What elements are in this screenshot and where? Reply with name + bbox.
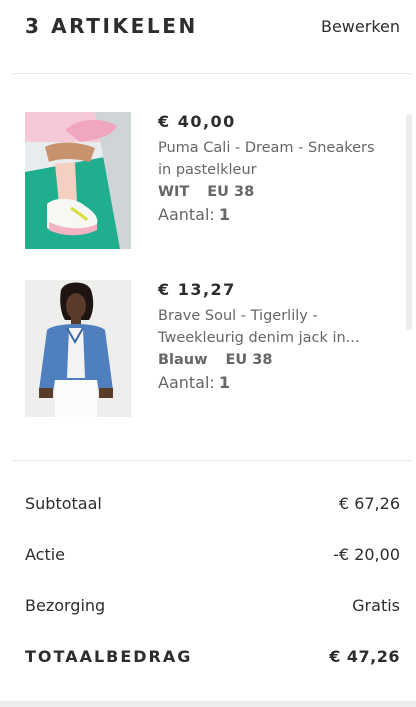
- item-info: € 40,00 Puma Cali - Dream - Sneakers in …: [158, 112, 388, 226]
- item-color: WIT: [158, 184, 190, 200]
- list-item[interactable]: € 40,00 Puma Cali - Dream - Sneakers in …: [25, 112, 395, 252]
- quantity-value: 1: [218, 373, 230, 392]
- items-list[interactable]: € 40,00 Puma Cali - Dream - Sneakers in …: [0, 74, 416, 460]
- item-variant: Blauw EU 38: [158, 349, 388, 371]
- discount-label: Actie: [25, 545, 66, 564]
- discount-value: -€ 20,00: [333, 545, 400, 564]
- item-quantity: Aantal: 1: [158, 372, 388, 394]
- total-label: TOTAALBEDRAG: [25, 647, 193, 666]
- bottom-divider: [0, 701, 416, 707]
- item-variant: WIT EU 38: [158, 181, 388, 203]
- quantity-label: Aantal:: [158, 205, 215, 224]
- subtotal-row: Subtotaal € 67,26: [25, 480, 400, 531]
- list-item[interactable]: € 13,27 Brave Soul - Tigerlily - Tweekle…: [25, 280, 395, 420]
- item-info: € 13,27 Brave Soul - Tigerlily - Tweekle…: [158, 280, 388, 394]
- item-name[interactable]: Puma Cali - Dream - Sneakers in pastelkl…: [158, 137, 388, 181]
- bag-header: 3 ARTIKELEN Bewerken: [0, 0, 416, 56]
- quantity-value: 1: [218, 205, 230, 224]
- item-color: Blauw: [158, 352, 208, 368]
- total-value: € 47,26: [329, 647, 400, 666]
- items-divider: [12, 460, 412, 461]
- product-image-denim-jacket[interactable]: [25, 280, 131, 417]
- item-price: € 40,00: [158, 112, 236, 131]
- shipping-label: Bezorging: [25, 596, 106, 615]
- item-name[interactable]: Brave Soul - Tigerlily - Tweekleurig den…: [158, 305, 388, 349]
- item-price: € 13,27: [158, 280, 236, 299]
- order-summary: Subtotaal € 67,26 Actie -€ 20,00 Bezorgi…: [25, 480, 400, 684]
- total-row: TOTAALBEDRAG € 47,26: [25, 633, 400, 684]
- item-size: EU 38: [225, 352, 273, 368]
- discount-row: Actie -€ 20,00: [25, 531, 400, 582]
- bag-page: 3 ARTIKELEN Bewerken € 40,00 Puma Cali -…: [0, 0, 416, 707]
- product-image-sneakers[interactable]: [25, 112, 131, 249]
- item-count-title: 3 ARTIKELEN: [25, 14, 198, 38]
- item-size: EU 38: [207, 184, 255, 200]
- quantity-label: Aantal:: [158, 373, 215, 392]
- item-quantity: Aantal: 1: [158, 204, 388, 226]
- subtotal-value: € 67,26: [338, 494, 400, 513]
- edit-button[interactable]: Bewerken: [321, 17, 400, 36]
- shipping-row: Bezorging Gratis: [25, 582, 400, 633]
- shipping-value: Gratis: [352, 596, 400, 615]
- subtotal-label: Subtotaal: [25, 494, 102, 513]
- scrollbar[interactable]: [406, 114, 412, 330]
